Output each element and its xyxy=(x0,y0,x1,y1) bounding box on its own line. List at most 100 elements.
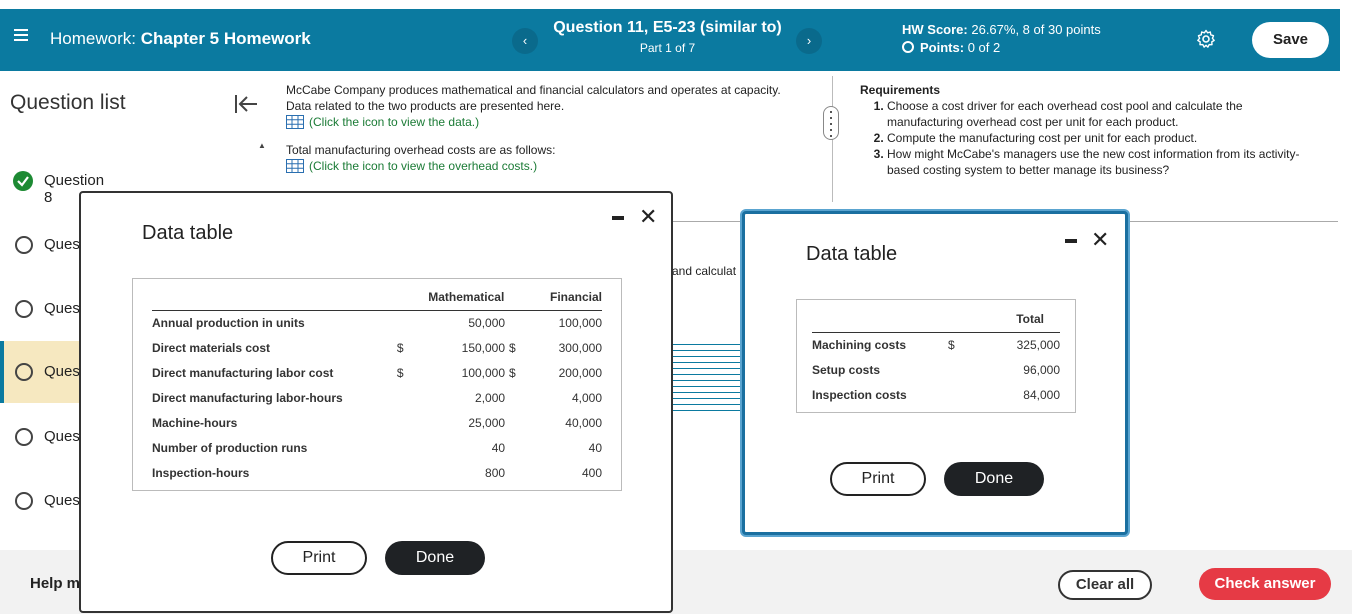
table-row: Machining costs $ 325,000 xyxy=(812,332,1060,357)
top-gap xyxy=(0,0,1352,9)
question-item-label: Ques xyxy=(44,300,80,317)
question-list-item[interactable]: Ques xyxy=(0,470,80,532)
points: Points: 0 of 2 xyxy=(902,40,1000,55)
check-answer-button[interactable]: Check answer xyxy=(1199,568,1331,600)
background-answer-table xyxy=(672,344,742,416)
done-button[interactable]: Done xyxy=(944,462,1044,496)
data-link-text[interactable]: (Click the icon to view the data.) xyxy=(309,115,479,129)
financial-value: 200,000 xyxy=(558,365,602,380)
question-title: Question 11, E5-23 (similar to) xyxy=(553,19,782,36)
currency-symbol: $ xyxy=(509,365,516,380)
financial-value: 40 xyxy=(588,440,602,455)
table-row: Annual production in units 50,000 100,00… xyxy=(152,310,602,335)
resize-handle-icon[interactable] xyxy=(823,106,839,140)
table-grid-icon[interactable] xyxy=(286,115,304,129)
print-button[interactable]: Print xyxy=(830,462,926,496)
question-list-item-8[interactable]: Question 8 xyxy=(0,150,104,212)
table-row: Machine-hours 25,000 40,000 xyxy=(152,410,602,435)
currency-symbol xyxy=(505,410,525,435)
question-list-title: Question list xyxy=(10,91,126,114)
close-icon[interactable]: ✕ xyxy=(1091,229,1109,251)
mathematical-value: 800 xyxy=(485,465,506,480)
overhead-text: Total manufacturing overhead costs are a… xyxy=(286,143,556,157)
settings-gear-icon[interactable] xyxy=(1196,29,1216,49)
currency-symbol xyxy=(397,310,428,335)
minimize-icon[interactable] xyxy=(1065,239,1077,243)
points-label: Points: xyxy=(920,40,965,55)
overhead-data-table: Total Machining costs $ 325,000 Setup co… xyxy=(796,299,1076,413)
save-button[interactable]: Save xyxy=(1252,22,1329,58)
row-label: Direct materials cost xyxy=(152,340,271,355)
homework-name: Chapter 5 Homework xyxy=(140,29,311,48)
table-grid-icon[interactable] xyxy=(286,159,304,173)
unanswered-circle-icon xyxy=(15,363,33,381)
data-table-modal: Data table ✕ Mathematical Financial Annu… xyxy=(79,191,673,613)
currency-symbol xyxy=(505,385,525,410)
unanswered-circle-icon xyxy=(15,428,33,446)
question-item-label: Ques xyxy=(44,428,80,445)
mathematical-value: 2,000 xyxy=(475,390,506,405)
row-label: Number of production runs xyxy=(152,440,308,455)
print-button[interactable]: Print xyxy=(271,541,367,575)
column-header-total: Total xyxy=(972,307,1060,333)
partial-question-text: and calculat xyxy=(672,264,737,278)
total-value: 84,000 xyxy=(1023,387,1060,402)
done-button[interactable]: Done xyxy=(385,541,485,575)
currency-symbol: $ xyxy=(509,340,516,355)
points-status-icon xyxy=(902,41,914,53)
row-label: Annual production in units xyxy=(152,315,305,330)
collapse-panel-icon[interactable] xyxy=(233,93,259,115)
column-header-financial: Financial xyxy=(525,285,602,311)
question-part: Part 1 of 7 xyxy=(639,41,696,55)
menu-icon[interactable] xyxy=(14,29,28,41)
row-label: Direct manufacturing labor cost xyxy=(152,365,334,380)
financial-value: 400 xyxy=(581,465,602,480)
requirement-item: Compute the manufacturing cost per unit … xyxy=(887,130,1320,146)
mathematical-value: 25,000 xyxy=(468,415,506,430)
row-label: Setup costs xyxy=(812,362,881,377)
row-label: Inspection-hours xyxy=(152,465,250,480)
question-list-item-active[interactable]: Ques xyxy=(0,341,80,403)
unanswered-circle-icon xyxy=(15,492,33,510)
mathematical-value: 40 xyxy=(491,440,506,455)
total-value: 96,000 xyxy=(1023,362,1060,377)
table-row: Inspection-hours 800 400 xyxy=(152,460,602,485)
question-item-label: Ques xyxy=(44,363,80,380)
financial-value: 100,000 xyxy=(558,315,602,330)
clear-all-button[interactable]: Clear all xyxy=(1058,570,1152,600)
row-label: Machine-hours xyxy=(152,415,238,430)
question-list-item[interactable]: Ques xyxy=(0,214,80,276)
help-me-link[interactable]: Help m xyxy=(30,575,80,592)
question-list-item[interactable]: Ques xyxy=(0,406,80,468)
hw-score-label: HW Score: xyxy=(902,22,968,37)
overhead-link[interactable]: (Click the icon to view the overhead cos… xyxy=(286,158,786,174)
table-row: Inspection costs 84,000 xyxy=(812,382,1060,407)
homework-title: Homework: Chapter 5 Homework xyxy=(50,29,311,49)
previous-question-button[interactable]: ‹ xyxy=(512,28,538,54)
overhead-data-table-modal: Data table ✕ Total Machining costs $ 325… xyxy=(742,211,1128,535)
mathematical-value: 150,000 xyxy=(461,340,506,355)
row-label: Machining costs xyxy=(812,337,907,352)
total-value: 325,000 xyxy=(1016,337,1060,352)
hw-score: HW Score: 26.67%, 8 of 30 points xyxy=(902,22,1101,37)
currency-symbol xyxy=(505,310,525,335)
minimize-icon[interactable] xyxy=(612,216,624,220)
table-row: Number of production runs 40 40 xyxy=(152,435,602,460)
question-item-label: Ques xyxy=(44,236,80,253)
requirement-item: Choose a cost driver for each overhead c… xyxy=(887,98,1320,130)
overhead-link-text[interactable]: (Click the icon to view the overhead cos… xyxy=(309,159,537,173)
question-list-item[interactable]: Ques xyxy=(0,278,80,340)
currency-symbol xyxy=(942,357,972,382)
modal-title: Data table xyxy=(806,243,898,265)
currency-symbol xyxy=(397,410,428,435)
hw-score-value: 26.67%, 8 of 30 points xyxy=(971,22,1101,37)
data-table: Mathematical Financial Annual production… xyxy=(132,278,622,491)
modal-title: Data table xyxy=(142,222,234,244)
close-icon[interactable]: ✕ xyxy=(639,206,657,228)
currency-symbol xyxy=(505,435,525,460)
data-link[interactable]: (Click the icon to view the data.) xyxy=(286,114,786,130)
problem-intro: McCabe Company produces mathematical and… xyxy=(286,83,781,113)
unanswered-circle-icon xyxy=(15,300,33,318)
scroll-up-arrow-icon[interactable]: ▲ xyxy=(258,141,266,150)
next-question-button[interactable]: › xyxy=(796,28,822,54)
